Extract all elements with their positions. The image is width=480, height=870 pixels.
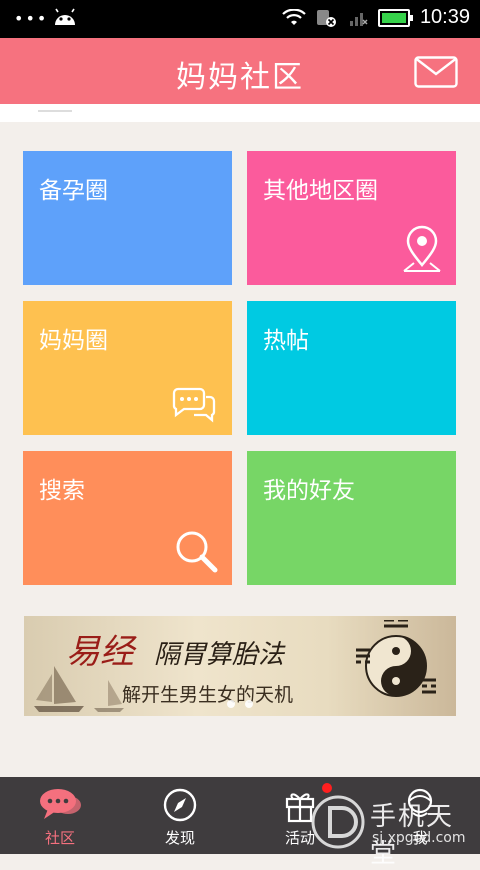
tile-label: 妈妈圈 <box>39 328 108 354</box>
tile-label: 其他地区圈 <box>263 178 378 204</box>
tab-discover[interactable]: 发现 <box>120 777 240 854</box>
search-icon <box>176 531 218 573</box>
tile-pregnancy-prep-circle[interactable]: 备孕圈 <box>23 151 232 285</box>
tile-label: 备孕圈 <box>39 178 108 204</box>
watermark: 手机天堂 sj.xpgod.com <box>306 790 476 869</box>
location-pin-icon <box>403 225 441 272</box>
tile-label: 热帖 <box>263 328 309 354</box>
tile-label: 搜索 <box>39 478 85 504</box>
community-chat-icon <box>40 789 81 819</box>
page-title: 妈妈社区 <box>176 60 304 95</box>
tile-other-region-circle[interactable]: 其他地区圈 <box>247 151 456 285</box>
wifi-icon <box>282 8 306 25</box>
status-time: 10:39 <box>419 6 470 28</box>
more-dots-icon: ••• <box>14 9 49 28</box>
android-icon <box>55 8 75 25</box>
watermark-url: sj.xpgod.com <box>372 830 466 846</box>
watermark-logo-icon <box>311 795 365 849</box>
compass-icon <box>163 788 197 822</box>
tile-my-friends[interactable]: 我的好友 <box>247 451 456 585</box>
tile-mom-circle[interactable]: 妈妈圈 <box>23 301 232 435</box>
mail-button[interactable] <box>414 56 458 88</box>
banner-page-indicator <box>227 700 253 708</box>
banner-headline-rest: 隔胃算胎法 <box>154 640 285 670</box>
banner-headline-main: 易经 <box>66 632 134 672</box>
tile-label: 我的好友 <box>263 478 355 504</box>
tile-search[interactable]: 搜索 <box>23 451 232 585</box>
tab-label: 社区 <box>44 829 75 847</box>
status-bar: ••• 10:39 <box>0 0 480 38</box>
sim-blocked-icon <box>316 9 336 27</box>
chat-bubbles-icon <box>172 387 216 423</box>
battery-icon <box>377 8 413 27</box>
tile-hot-posts[interactable]: 热帖 <box>247 301 456 435</box>
banner-subtitle: 解开生男生女的天机 <box>122 684 294 706</box>
tab-label: 发现 <box>164 829 195 847</box>
collapsed-banner-strip <box>0 104 480 122</box>
yin-yang-icon <box>356 620 436 697</box>
promo-banner[interactable]: 易经 隔胃算胎法 解开生男生女的天机 <box>24 616 456 716</box>
signal-icon <box>349 12 368 26</box>
app-header: 妈妈社区 <box>0 38 480 104</box>
tab-community[interactable]: 社区 <box>0 777 120 854</box>
